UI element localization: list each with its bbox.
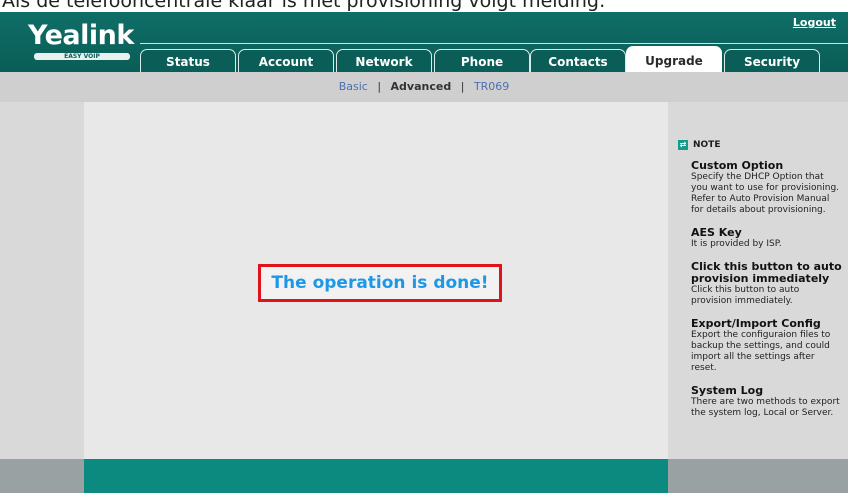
main-content: The operation is done! (84, 102, 668, 459)
tab-status[interactable]: Status (140, 49, 236, 73)
note-desc: It is provided by ISP. (691, 239, 782, 249)
subnav-separator: | (377, 80, 382, 93)
note-item: Export/Import Config Export the configur… (691, 318, 843, 374)
yealink-web-ui: Yealink EASY VOIP Logout Status Account … (0, 12, 848, 493)
tab-contacts[interactable]: Contacts (530, 49, 626, 73)
note-item: Click this button to auto provision imme… (691, 261, 843, 307)
help-sidebar: ⇄ NOTE Custom Option Specify the DHCP Op… (668, 102, 848, 459)
logo-tagline: EASY VOIP (34, 53, 130, 60)
header-divider (140, 43, 848, 44)
note-title: Click this button to auto provision imme… (691, 260, 842, 285)
subnav-separator: | (460, 80, 465, 93)
note-list: Custom Option Specify the DHCP Option th… (691, 160, 843, 430)
note-item: System Log There are two methods to expo… (691, 385, 843, 419)
note-title: System Log (691, 384, 764, 397)
note-item: AES Key It is provided by ISP. (691, 227, 843, 250)
tab-security[interactable]: Security (724, 49, 820, 73)
subnav-advanced[interactable]: Advanced (391, 80, 452, 93)
note-desc: There are two methods to export the syst… (691, 397, 840, 418)
yealink-logo: Yealink (28, 20, 134, 51)
operation-result-message: The operation is done! (258, 264, 502, 302)
footer-bar (84, 459, 668, 493)
note-desc: Export the configuraion files to backup … (691, 330, 831, 373)
tab-account[interactable]: Account (238, 49, 334, 73)
footer-left (0, 459, 84, 493)
tab-phone[interactable]: Phone (434, 49, 530, 73)
note-icon: ⇄ (678, 140, 688, 150)
note-item: Custom Option Specify the DHCP Option th… (691, 160, 843, 216)
page-caption: Als de telefooncentrale klaar is met pro… (2, 0, 606, 12)
subnav-basic[interactable]: Basic (339, 80, 368, 93)
tab-upgrade[interactable]: Upgrade (626, 46, 722, 73)
footer-right (668, 459, 848, 493)
note-title: Custom Option (691, 159, 784, 172)
note-heading: ⇄ NOTE (678, 140, 720, 150)
note-title: Export/Import Config (691, 317, 821, 330)
left-margin-column (0, 102, 84, 459)
note-desc: Specify the DHCP Option that you want to… (691, 172, 840, 215)
note-heading-label: NOTE (693, 140, 721, 150)
note-desc: Click this button to auto provision imme… (691, 285, 800, 306)
note-title: AES Key (691, 226, 742, 239)
tab-network[interactable]: Network (336, 49, 432, 73)
logout-link[interactable]: Logout (793, 16, 836, 29)
subnav-tr069[interactable]: TR069 (474, 80, 509, 93)
header-bar: Yealink EASY VOIP Logout Status Account … (0, 12, 848, 73)
sub-navigation: Basic | Advanced | TR069 (0, 72, 848, 102)
